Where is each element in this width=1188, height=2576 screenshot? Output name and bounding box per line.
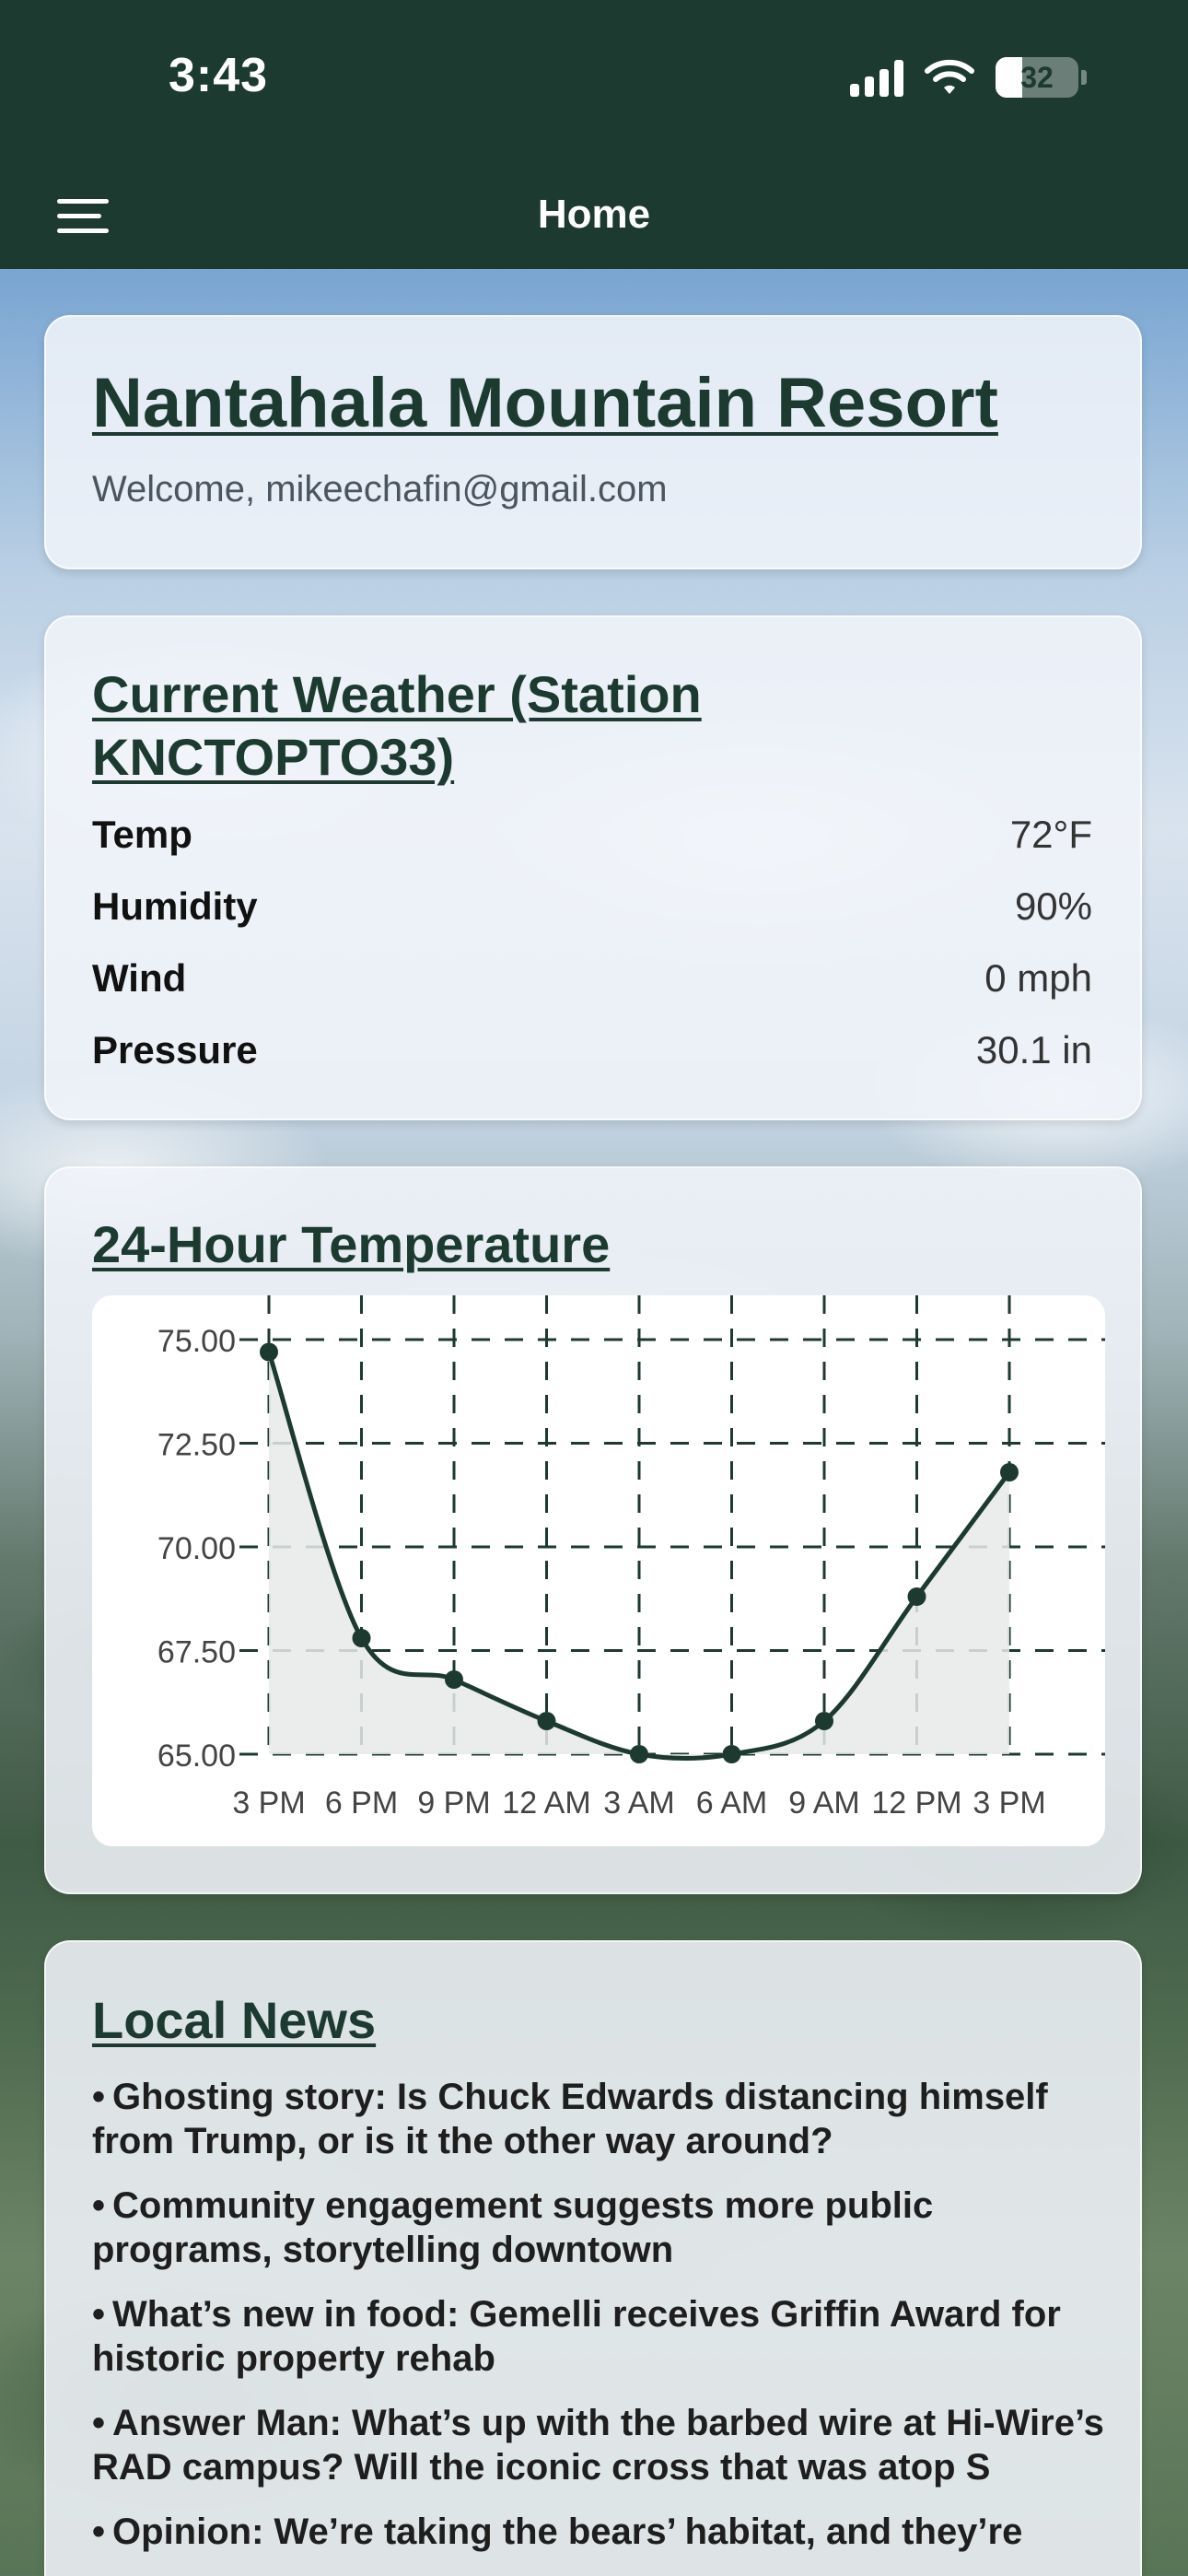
- data-point: [722, 1745, 741, 1763]
- weather-row-wind: Wind 0 mph: [92, 956, 1092, 1001]
- weather-label: Temp: [92, 813, 192, 856]
- weather-label: Pressure: [92, 1028, 258, 1071]
- wifi-icon: [925, 59, 974, 94]
- weather-value: 30.1 in: [975, 1028, 1092, 1071]
- bullet: •: [92, 2077, 106, 2117]
- news-item[interactable]: • Ghosting story: Is Chuck Edwards distan…: [92, 2075, 1114, 2163]
- top-bar: 3:43 32 Home: [0, 0, 1188, 269]
- data-point: [815, 1712, 833, 1730]
- battery-icon: 32: [996, 57, 1078, 98]
- news-item[interactable]: • Opinion: We’re taking the bears’ habita…: [92, 2510, 1114, 2554]
- data-point: [907, 1587, 926, 1606]
- chart-title[interactable]: 24-Hour Temperature: [92, 1214, 610, 1274]
- weather-value: 72°F: [1009, 813, 1092, 856]
- x-tick-label: 3 PM: [973, 1786, 1045, 1821]
- status-icons: 32: [850, 57, 1087, 98]
- local-news-card: Local News • Ghosting story: Is Chuck Edw…: [44, 1940, 1142, 2576]
- data-point: [352, 1629, 371, 1647]
- resort-card: Nantahala Mountain Resort Welcome, mikee…: [44, 315, 1142, 569]
- news-headline: Opinion: We’re taking the bears’ habitat…: [112, 2512, 1023, 2552]
- welcome-text: Welcome, mikeechafin@gmail.com: [92, 469, 668, 509]
- x-tick-label: 6 AM: [696, 1786, 767, 1821]
- news-list: • Ghosting story: Is Chuck Edwards distan…: [92, 2075, 1114, 2574]
- temperature-line-chart: 75.00 72.50 70.00 67.50 65.00 3 PM 6 PM 9 PM 12 …: [157, 1295, 1105, 1821]
- weather-row-temp: Temp 72°F: [92, 813, 1092, 857]
- x-tick-label: 9 AM: [788, 1786, 859, 1821]
- current-weather-card: Current Weather (Station KNCTOPTO33) Tem…: [44, 615, 1142, 1120]
- weather-value: 90%: [1014, 884, 1092, 928]
- data-point: [537, 1712, 556, 1730]
- data-point: [445, 1670, 463, 1689]
- weather-label: Wind: [92, 956, 187, 1000]
- battery-percentage: 32: [1020, 60, 1054, 94]
- page-title: Home: [537, 192, 651, 237]
- bullet: •: [92, 2185, 106, 2226]
- bullet: •: [92, 2512, 106, 2552]
- news-item[interactable]: • Answer Man: What’s up with the barbed w…: [92, 2401, 1114, 2489]
- news-headline: Ghosting story: Is Chuck Edwards distanc…: [92, 2077, 1048, 2161]
- weather-row-humidity: Humidity 90%: [92, 884, 1092, 929]
- x-tick-label: 12 AM: [502, 1786, 590, 1821]
- x-tick-label: 3 PM: [232, 1786, 305, 1821]
- data-point: [1000, 1463, 1019, 1481]
- weather-row-pressure: Pressure 30.1 in: [92, 1028, 1092, 1072]
- temperature-chart-card: 24-Hour Temperature 75.00 72.50 70.00 67.50…: [44, 1166, 1142, 1894]
- weather-value: 0 mph: [984, 956, 1092, 1000]
- weather-title[interactable]: Current Weather (Station KNCTOPTO33): [92, 663, 921, 789]
- x-tick-label: 6 PM: [325, 1786, 398, 1821]
- status-time: 3:43: [169, 49, 269, 102]
- cellular-signal-icon: [850, 58, 903, 97]
- news-item[interactable]: • Community engagement suggests more publ…: [92, 2184, 1114, 2272]
- news-headline: Community engagement suggests more publi…: [92, 2185, 934, 2270]
- y-tick-label: 70.00: [157, 1531, 236, 1566]
- x-tick-label: 9 PM: [417, 1786, 490, 1821]
- news-item[interactable]: • What’s new in food: Gemelli receives Gr…: [92, 2292, 1114, 2381]
- news-headline: Answer Man: What’s up with the barbed wi…: [92, 2403, 1104, 2488]
- y-tick-label: 75.00: [157, 1324, 236, 1359]
- chart-container: 75.00 72.50 70.00 67.50 65.00 3 PM 6 PM 9 PM 12 …: [92, 1295, 1105, 1846]
- data-point: [630, 1745, 648, 1763]
- bullet: •: [92, 2403, 106, 2443]
- news-title[interactable]: Local News: [92, 1990, 376, 2050]
- y-tick-label: 65.00: [157, 1739, 236, 1774]
- resort-name[interactable]: Nantahala Mountain Resort: [92, 363, 998, 443]
- data-point: [260, 1342, 278, 1362]
- news-headline: What’s new in food: Gemelli receives Gri…: [92, 2294, 1061, 2379]
- weather-label: Humidity: [92, 884, 258, 928]
- x-tick-label: 12 PM: [871, 1786, 961, 1821]
- y-tick-label: 72.50: [157, 1428, 236, 1463]
- x-tick-label: 3 AM: [603, 1786, 674, 1821]
- y-tick-label: 67.50: [157, 1635, 236, 1670]
- bullet: •: [92, 2294, 106, 2335]
